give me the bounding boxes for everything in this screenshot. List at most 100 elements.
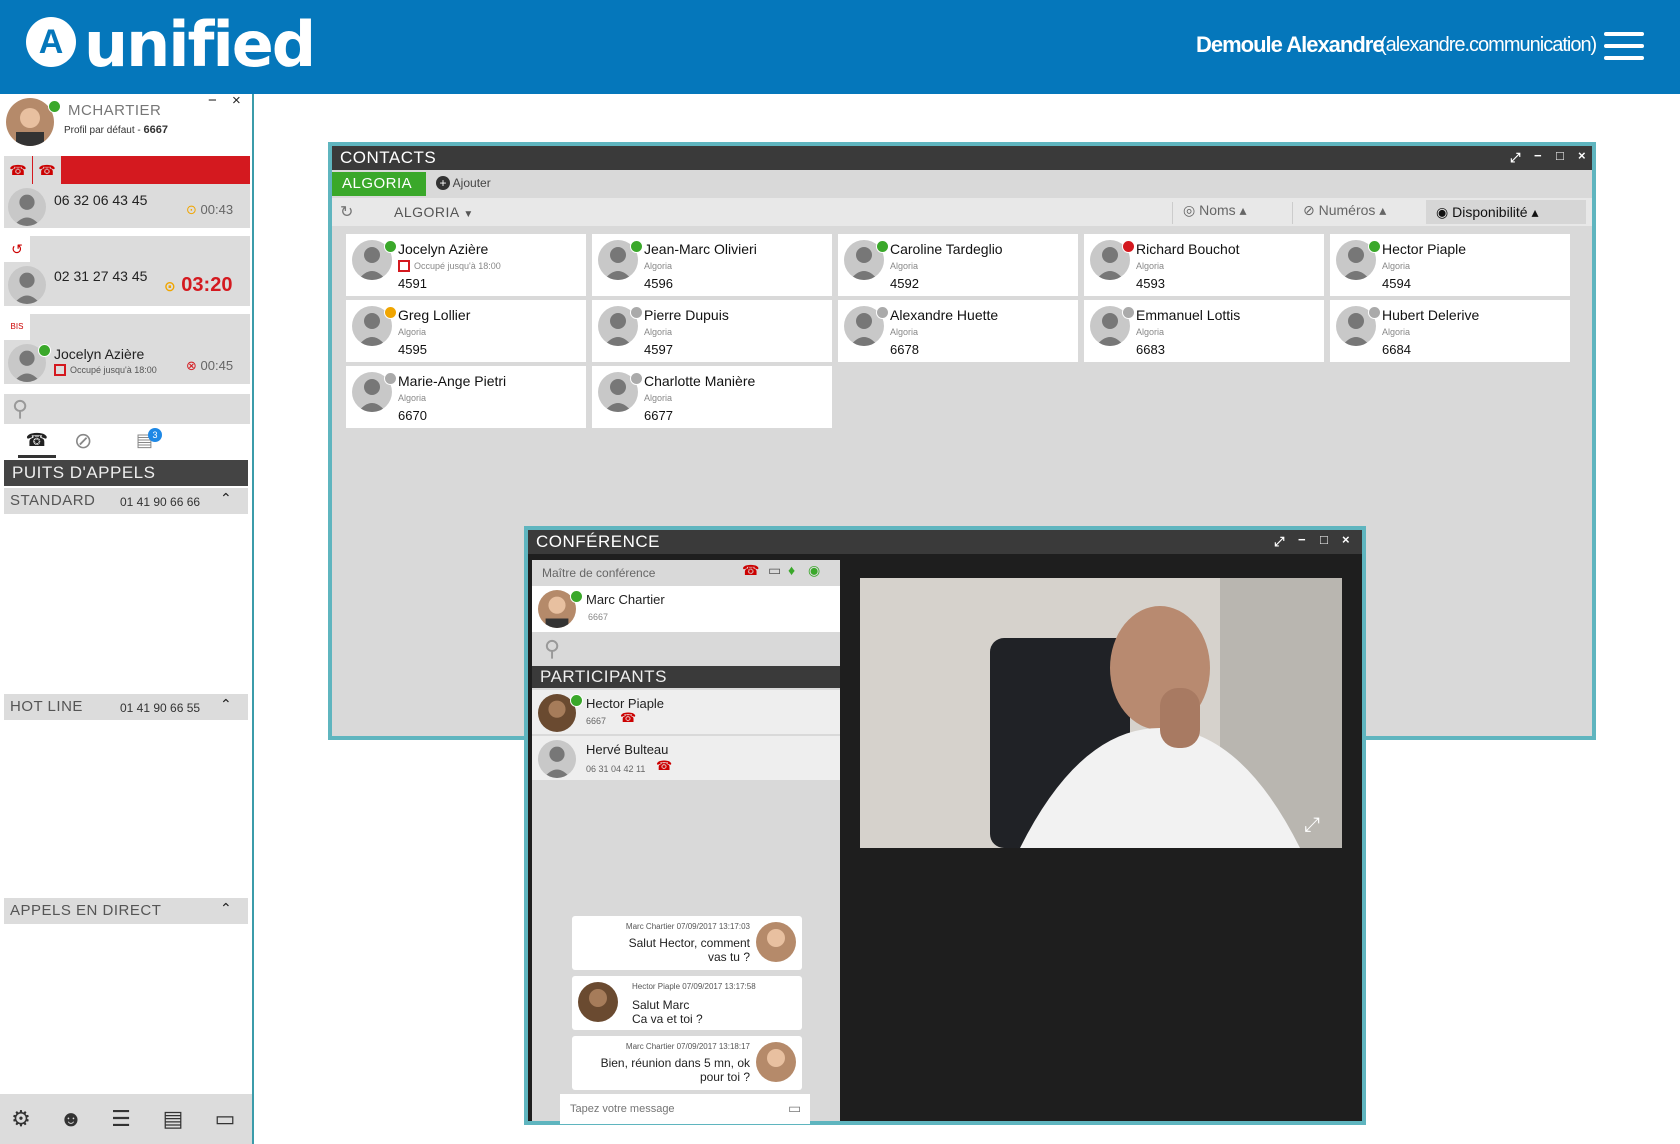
contact-ext: 6670 [398,408,427,423]
search-bar[interactable]: ⚲ [4,394,250,424]
participant-ext: 6667 [586,716,607,726]
redial-icon[interactable]: ↺ [4,236,30,262]
presence-icon [384,240,397,253]
group-number: 01 41 90 66 66 [120,495,201,509]
minimize-icon[interactable]: − [1298,532,1306,547]
master-label: Maître de conférence [542,566,656,580]
contact-ext: 4592 [890,276,919,291]
presence-icon [1368,306,1381,319]
contact-name: Hector Piaple [1382,241,1467,257]
add-button[interactable]: + Ajouter [436,176,491,190]
call-item[interactable]: 02 31 27 43 45 ⊙ 03:20 [4,262,250,306]
close-icon[interactable]: × [1578,148,1586,163]
contact-card[interactable]: Hector Piaple Algoria 4594 [1330,234,1570,296]
contact-name: Emmanuel Lottis [1136,307,1241,323]
detach-icon[interactable]: ⤢ [1274,534,1284,550]
chat-message: Marc Chartier 07/09/2017 13:18:17 Bien, … [572,1036,802,1090]
hangup-icon[interactable]: ☎ [742,562,759,579]
contact-company: Algoria [644,393,673,403]
close-button[interactable]: × [232,92,241,109]
refresh-icon[interactable]: ↻ [340,202,353,222]
participant-item[interactable]: Hector Piaple 6667 ☎ [532,690,840,734]
group-hotline[interactable]: HOT LINE 01 41 90 66 55 ⌃ [4,694,248,720]
call-name: Jocelyn Azière [54,346,145,362]
contact-card[interactable]: Caroline Tardeglio Algoria 4592 [838,234,1078,296]
call-item[interactable]: Jocelyn Azière Occupé jusqu'à 18:00 ⊗ 00… [4,340,250,384]
conference-sidebar: Maître de conférence ☎ ▭ ♦ ◉ Marc Charti… [532,560,840,1124]
call-number: 02 31 27 43 45 [54,268,148,284]
group-standard[interactable]: STANDARD 01 41 90 66 66 ⌃ [4,488,248,514]
contact-card[interactable]: Alexandre Huette Algoria 6678 [838,300,1078,362]
chat-input[interactable] [560,1094,810,1124]
maximize-icon[interactable]: □ [1556,148,1564,163]
contact-card[interactable]: Jocelyn Azière Occupé jusqu'à 18:00 4591 [346,234,586,296]
directory-icon[interactable]: ☰ [106,1106,136,1134]
minimize-button[interactable]: − [208,92,217,109]
chevron-up-icon[interactable]: ⌃ [220,696,232,713]
avatar [578,982,618,1022]
maximize-icon[interactable]: □ [1320,532,1328,547]
message-text: pour toi ? [699,1070,750,1084]
mic-icon[interactable]: ♦ [788,562,795,578]
transfer-icon[interactable]: ☎ [4,156,32,184]
contact-ext: 6677 [644,408,673,423]
settings-icon[interactable]: ⚙ [6,1106,36,1134]
tab-calls[interactable]: ☎ [18,430,56,458]
sort-availability[interactable]: ◉ Disponibilité ▴ [1426,200,1586,224]
contact-card[interactable]: Jean-Marc Olivieri Algoria 4596 [592,234,832,296]
hangup-icon[interactable]: ☎ [656,758,672,774]
missed-icon: ⊗ [186,358,197,373]
contact-card[interactable]: Pierre Dupuis Algoria 4597 [592,300,832,362]
camera-icon[interactable]: ◉ [808,562,820,579]
fullscreen-icon[interactable]: ⤢ [1304,814,1320,837]
sort-numbers[interactable]: ⊘ Numéros ▴ [1292,202,1422,224]
contact-card[interactable]: Hubert Delerive Algoria 6684 [1330,300,1570,362]
close-icon[interactable]: × [1342,532,1350,547]
contact-status: Occupé jusqu'à 18:00 [414,261,501,271]
contact-card[interactable]: Richard Bouchot Algoria 4593 [1084,234,1324,296]
contact-ext: 6683 [1136,342,1165,357]
user-icon: ◎ [1183,202,1196,218]
incoming-icon: ⊙ [164,278,176,294]
detach-icon[interactable]: ⤢ [1510,150,1520,166]
hangup-icon[interactable]: ☎ [620,710,636,726]
participant-item[interactable]: Hervé Bulteau 06 31 04 42 11 ☎ [532,736,840,780]
contact-company: Algoria [1136,327,1165,337]
contact-company: Algoria [890,327,919,337]
document-icon[interactable]: ▤ [158,1106,188,1134]
top-bar: A unified Demoule Alexandre (alexandre.c… [0,0,1680,94]
screen-icon[interactable]: ▭ [768,562,781,579]
chevron-up-icon[interactable]: ⌃ [220,900,232,917]
master-name: Marc Chartier [586,592,665,607]
contact-card[interactable]: Emmanuel Lottis Algoria 6683 [1084,300,1324,362]
contact-name: Charlotte Manière [644,373,756,389]
group-direct[interactable]: APPELS EN DIRECT ⌃ [4,898,248,924]
contact-card[interactable]: Marie-Ange Pietri Algoria 6670 [346,366,586,428]
incoming-icon: ⊙ [186,202,197,217]
search-icon[interactable]: ⚲ [544,636,560,662]
call-item[interactable]: 06 32 06 43 45 ⊙ 00:43 [4,184,250,228]
team-icon[interactable]: ☻ [56,1106,86,1134]
phone-icon: ⊘ [1303,202,1315,218]
call-timer: ⊗ 00:45 [186,358,234,373]
menu-icon[interactable] [1604,32,1644,60]
presence-icon [1122,306,1135,319]
minimize-icon[interactable]: − [1534,148,1542,163]
group-name: HOT LINE [10,698,83,715]
filter-select[interactable]: ALGORIA ▼ [394,204,474,220]
tab-algoria[interactable]: ALGORIA [332,172,426,196]
window-icon[interactable]: ▭ [210,1106,240,1134]
bis-icon[interactable]: BIS [4,314,30,340]
chat-send-icon[interactable]: ▭ [788,1100,801,1117]
hold-icon[interactable]: ☎ [33,156,61,184]
sort-names[interactable]: ◎ Noms ▴ [1172,202,1292,224]
tab-history[interactable]: ⊘ [74,428,92,454]
message-meta: Hector Piaple 07/09/2017 13:17:58 [632,982,756,991]
avatar [756,922,796,962]
contact-card[interactable]: Greg Lollier Algoria 4595 [346,300,586,362]
user-login: (alexandre.communication) [1380,34,1597,56]
contact-name: Caroline Tardeglio [890,241,1003,257]
chevron-up-icon[interactable]: ⌃ [220,490,232,507]
logo-icon: A [26,17,76,67]
contact-card[interactable]: Charlotte Manière Algoria 6677 [592,366,832,428]
